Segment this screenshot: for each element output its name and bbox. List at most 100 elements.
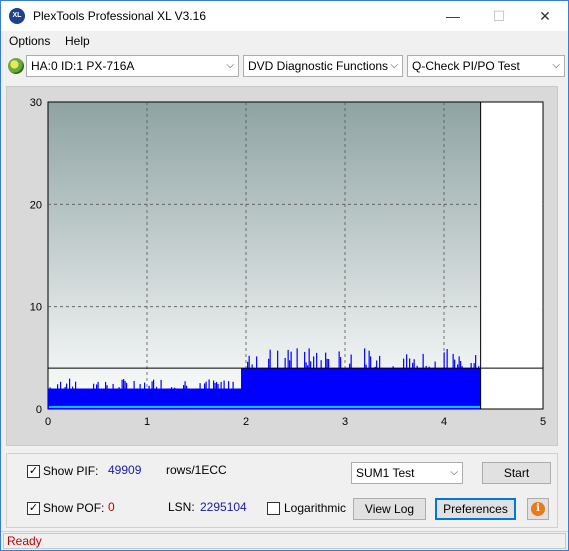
preferences-button[interactable]: Preferences — [435, 498, 516, 520]
chevron-down-icon: ⌵ — [390, 60, 398, 71]
view-log-button-label: View Log — [364, 502, 415, 516]
pif-bar — [260, 368, 262, 409]
pif-bar — [250, 368, 252, 409]
pif-bar — [69, 378, 71, 409]
pif-bar — [331, 368, 333, 409]
pif-bar — [358, 372, 360, 409]
view-log-button[interactable]: View Log — [353, 498, 426, 520]
pif-bar — [385, 376, 387, 409]
pif-bar — [114, 388, 116, 409]
status-frame — [3, 533, 566, 549]
pif-bar — [244, 372, 246, 409]
menu-options[interactable]: Options — [9, 34, 50, 48]
pif-bar — [436, 374, 438, 409]
y-tick-label: 30 — [30, 97, 42, 109]
status-bar: Ready — [1, 531, 568, 550]
logarithmic-checkbox[interactable] — [267, 502, 280, 515]
pif-bar — [245, 368, 247, 409]
pif-bar — [271, 375, 273, 409]
pif-bar — [169, 388, 171, 409]
pif-bar — [201, 388, 203, 409]
pif-bar — [154, 388, 156, 409]
pif-bar — [350, 354, 352, 409]
pif-bar — [105, 381, 107, 409]
pif-bar — [226, 388, 228, 409]
pif-bar — [395, 378, 397, 409]
pif-bar — [388, 368, 390, 409]
pi-po-chart: 0 10 20 30 0 1 2 3 4 5 — [30, 97, 546, 428]
pif-bar — [286, 368, 288, 409]
pif-bar — [448, 368, 450, 409]
pif-bar — [106, 385, 108, 409]
pif-bar — [88, 388, 90, 409]
pif-bar — [241, 368, 243, 409]
pif-bar — [317, 368, 319, 409]
pif-bar — [129, 388, 131, 409]
start-button[interactable]: Start — [482, 462, 551, 484]
pif-bar — [373, 368, 375, 409]
pif-bar — [284, 357, 286, 409]
pif-bar — [325, 352, 327, 409]
drive-select[interactable]: HA:0 ID:1 PX-716A ⌵ — [26, 55, 239, 77]
pif-bar — [367, 370, 369, 409]
pif-bar — [437, 368, 439, 409]
pif-bar — [278, 373, 280, 409]
logarithmic-label: Logarithmic — [284, 501, 347, 515]
pif-bar — [470, 362, 472, 409]
pif-bar — [418, 368, 420, 409]
show-pof-checkbox[interactable]: ✓ — [27, 502, 40, 515]
pif-bar — [415, 368, 417, 409]
pif-bar — [242, 375, 244, 409]
pif-bar — [52, 388, 54, 409]
pif-bar — [142, 388, 144, 409]
pif-bar — [374, 366, 376, 409]
minimize-button[interactable]: — — [430, 1, 476, 31]
function-select[interactable]: DVD Diagnostic Functions ⌵ — [243, 55, 403, 77]
pif-bar — [73, 388, 75, 409]
drive-select-value: HA:0 ID:1 PX-716A — [31, 59, 135, 73]
pif-bar — [251, 364, 253, 409]
pif-bar — [472, 368, 474, 409]
menu-help[interactable]: Help — [65, 34, 90, 48]
pif-bar — [287, 349, 289, 409]
pif-bar — [81, 388, 83, 409]
maximize-button[interactable]: ☐ — [476, 1, 522, 31]
pif-bar — [434, 361, 436, 409]
function-select-value: DVD Diagnostic Functions — [248, 59, 389, 73]
pif-bar — [178, 388, 180, 409]
pif-unit: rows/1ECC — [166, 463, 227, 477]
pif-bar — [232, 381, 234, 409]
pif-bar — [328, 359, 330, 409]
pif-bar — [123, 379, 125, 409]
y-axis-ticks: 0 10 20 30 — [30, 97, 42, 416]
info-button[interactable]: i — [527, 498, 549, 520]
pif-bar — [400, 375, 402, 409]
show-pif-label: Show PIF: — [43, 464, 99, 478]
pif-bar — [452, 353, 454, 409]
pif-bar — [313, 356, 315, 409]
test-select[interactable]: Q-Check PI/PO Test ⌵ — [407, 55, 565, 77]
pif-bar — [301, 368, 303, 409]
pif-bar — [231, 388, 233, 409]
pif-bar — [118, 387, 120, 409]
pif-bar — [428, 366, 430, 409]
pif-bar — [295, 371, 297, 409]
pif-bar — [349, 363, 351, 409]
pif-bar — [257, 378, 259, 409]
pif-bar — [443, 352, 445, 409]
pif-bar — [355, 368, 357, 409]
pif-bar — [171, 387, 173, 409]
pif-bar — [165, 388, 167, 409]
pif-bar — [409, 358, 411, 409]
pif-bar — [111, 388, 113, 409]
pif-bar — [404, 368, 406, 409]
sum-test-select[interactable]: SUM1 Test ⌵ — [351, 462, 463, 484]
pif-bar — [394, 368, 396, 409]
show-pif-checkbox[interactable]: ✓ — [27, 465, 40, 478]
pif-bar — [410, 368, 412, 409]
pif-bar — [458, 356, 460, 409]
window-title: PlexTools Professional XL V3.16 — [33, 9, 206, 23]
lsn-label: LSN: — [168, 500, 195, 514]
close-button[interactable]: ✕ — [522, 1, 568, 31]
pif-bar — [256, 356, 258, 409]
